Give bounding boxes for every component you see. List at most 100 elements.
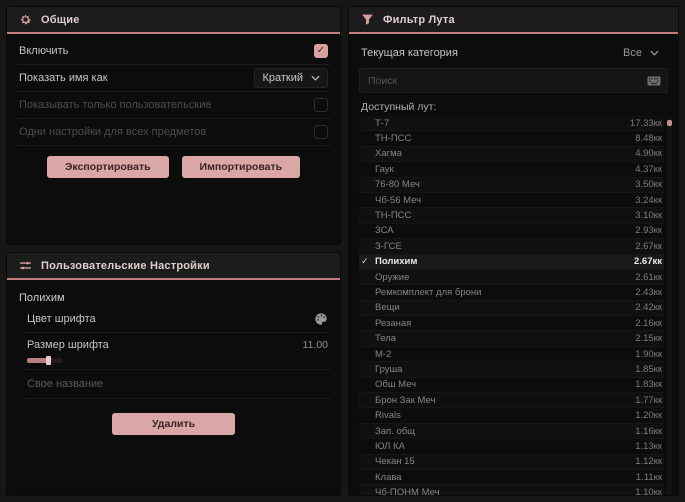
loot-item-value: 2.61кк [635,271,662,283]
loot-list-item[interactable]: ✓ Груша 1.85кк [359,362,664,378]
loot-list-item[interactable]: ✓ Rivals 1.20кк [359,408,664,424]
loot-item-name: Ремкомплект для брони [375,286,482,298]
enable-label: Включить [19,45,69,57]
show-name-as-value: Краткий [262,72,303,84]
check-icon: ✓ [361,256,369,267]
loot-item-name: З-ГСЕ [375,240,402,252]
keyboard-icon[interactable] [647,76,661,86]
loot-item-value: 3.50кк [635,179,662,191]
option-row-only-custom: Показывать только пользовательские ✓ [17,92,330,119]
only-custom-checkbox[interactable]: ✓ [314,98,328,112]
loot-item-name: ТН-ПСС [375,133,412,145]
loot-list-item[interactable]: ✓ Обш Меч 1.83кк [359,378,664,394]
loot-item-value: 2.42кк [635,302,662,314]
loot-item-value: 8.48кк [635,133,662,145]
loot-item-name: Клава [375,471,402,483]
loot-list-item[interactable]: ✓ З-ГСЕ 2.67кк [359,239,664,255]
option-row-same-settings: Одни настройки для всех предметов ✓ [17,119,330,146]
loot-list-item[interactable]: ✓ ТН-ПСС 8.48кк [359,131,664,147]
loot-item-name: Гаук [375,163,394,175]
loot-item-value: 3.24кк [635,194,662,206]
slider-thumb[interactable] [46,356,51,365]
loot-item-name: Чб-ПОНМ Меч [375,487,440,495]
loot-item-value: 2.43кк [635,286,662,298]
loot-item-name: Брон Зак Меч [375,394,436,406]
loot-item-name: ЮЛ КА [375,440,405,452]
funnel-icon [361,13,374,26]
font-size-slider[interactable] [27,356,63,365]
category-select[interactable]: Все [616,44,666,62]
loot-list-item[interactable]: ✓ Вещи 2.42кк [359,300,664,317]
loot-item-name: Обш Меч [375,379,417,391]
loot-item-value: 1.16кк [635,425,662,437]
option-row-show-name-as: Показать имя как Краткий [17,65,330,92]
loot-item-name: Вещи [375,302,400,314]
loot-item-value: 1.85кк [635,363,662,375]
loot-list-item[interactable]: ✓ ЮЛ КА 1.13кк [359,439,664,455]
loot-list-item[interactable]: ✓ Ремкомплект для брони 2.43кк [359,285,664,301]
loot-item-name: Полихим [375,256,418,268]
loot-item-name: Rivals [375,410,401,422]
loot-list-item[interactable]: ✓ 76-80 Меч 3.50кк [359,177,664,193]
loot-item-value: 2.16кк [635,317,662,329]
loot-list-item[interactable]: ✓ ТН-ПСС 3.10кк [359,208,664,224]
loot-filter-panel-title: Фильтр Лута [383,13,455,26]
custom-name-input[interactable] [25,370,330,399]
loot-list-item[interactable]: ✓ Гаук 4.37кк [359,162,664,178]
loot-item-name: Груша [375,363,403,375]
export-button[interactable]: Экспортировать [46,156,169,178]
loot-list-item[interactable]: ✓ Чб-56 Меч 3.24кк [359,193,664,209]
user-settings-icon [19,259,32,272]
loot-item-value: 2.15кк [635,333,662,345]
font-size-row: Размер шрифта 11.00 [25,333,330,370]
loot-item-value: 1.12кк [635,456,662,468]
font-color-row: Цвет шрифта [25,306,330,333]
loot-item-value: 1.13кк [635,440,662,452]
loot-item-value: 2.93кк [635,225,662,237]
loot-list-item[interactable]: ✓ Тела 2.15кк [359,331,664,347]
enable-checkbox[interactable]: ✓ [314,44,328,58]
only-custom-label: Показывать только пользовательские [19,99,212,111]
loot-item-value: 1.83кк [635,379,662,391]
loot-item-name: Чекан 15 [375,456,415,468]
loot-list-item[interactable]: ✓ Резаная 2.16кк [359,316,664,332]
loot-list-item[interactable]: ✓ ЗСА 2.93кк [359,224,664,240]
loot-item-value: 1.77кк [635,394,662,406]
loot-list-item[interactable]: ✓ Т-7 17.33кк [359,116,664,132]
gear-icon [19,13,32,26]
loot-item-value: 4.90кк [635,148,662,160]
loot-item-value: 17.33кк [629,117,662,129]
loot-list-item[interactable]: ✓ Брон Зак Меч 1.77кк [359,393,664,409]
same-settings-label: Одни настройки для всех предметов [19,126,207,138]
loot-list-item[interactable]: ✓ Зап. общ 1.16кк [359,423,664,440]
loot-list-item[interactable]: ✓ Чекан 15 1.12кк [359,454,664,470]
chevron-down-icon [311,75,320,81]
category-label: Текущая категория [361,47,458,59]
scrollbar-thumb[interactable] [667,120,672,126]
loot-list-item[interactable]: ✓ М-2 1.90кк [359,347,664,363]
loot-rows-container: ✓ Т-7 17.33кк ✓ ТН-ПСС 8.48кк ✓ Хагма 4.… [359,116,664,495]
loot-item-value: 4.37кк [635,163,662,175]
show-name-as-select[interactable]: Краткий [254,68,328,88]
delete-button[interactable]: Удалить [111,413,236,435]
loot-item-name: Т-7 [375,117,390,129]
option-row-enable: Включить ✓ [17,38,330,65]
category-row: Текущая категория Все [359,38,668,67]
loot-item-value: 1.20кк [635,410,662,422]
loot-list-item[interactable]: ✓ Хагма 4.90кк [359,146,664,163]
import-button[interactable]: Импортировать [181,156,301,178]
search-input[interactable] [366,73,641,88]
loot-list-item[interactable]: ✓ Клава 1.11кк [359,470,664,486]
loot-list-item[interactable]: ✓ Оружие 2.61кк [359,269,664,286]
loot-list-item[interactable]: ✓ Полихим 2.67кк [359,254,664,270]
general-panel-title: Общие [41,13,80,26]
loot-item-name: ТН-ПСС [375,210,412,222]
general-panel-header: Общие [7,7,340,32]
loot-list-item[interactable]: ✓ Чб-ПОНМ Меч 1.10кк [359,485,664,495]
same-settings-checkbox[interactable]: ✓ [314,125,328,139]
scrollbar[interactable] [667,118,672,495]
chevron-down-icon [650,50,659,56]
loot-item-name: 76-80 Меч [375,179,420,191]
selected-item-name: Полихим [19,292,65,304]
palette-icon[interactable] [314,312,328,326]
